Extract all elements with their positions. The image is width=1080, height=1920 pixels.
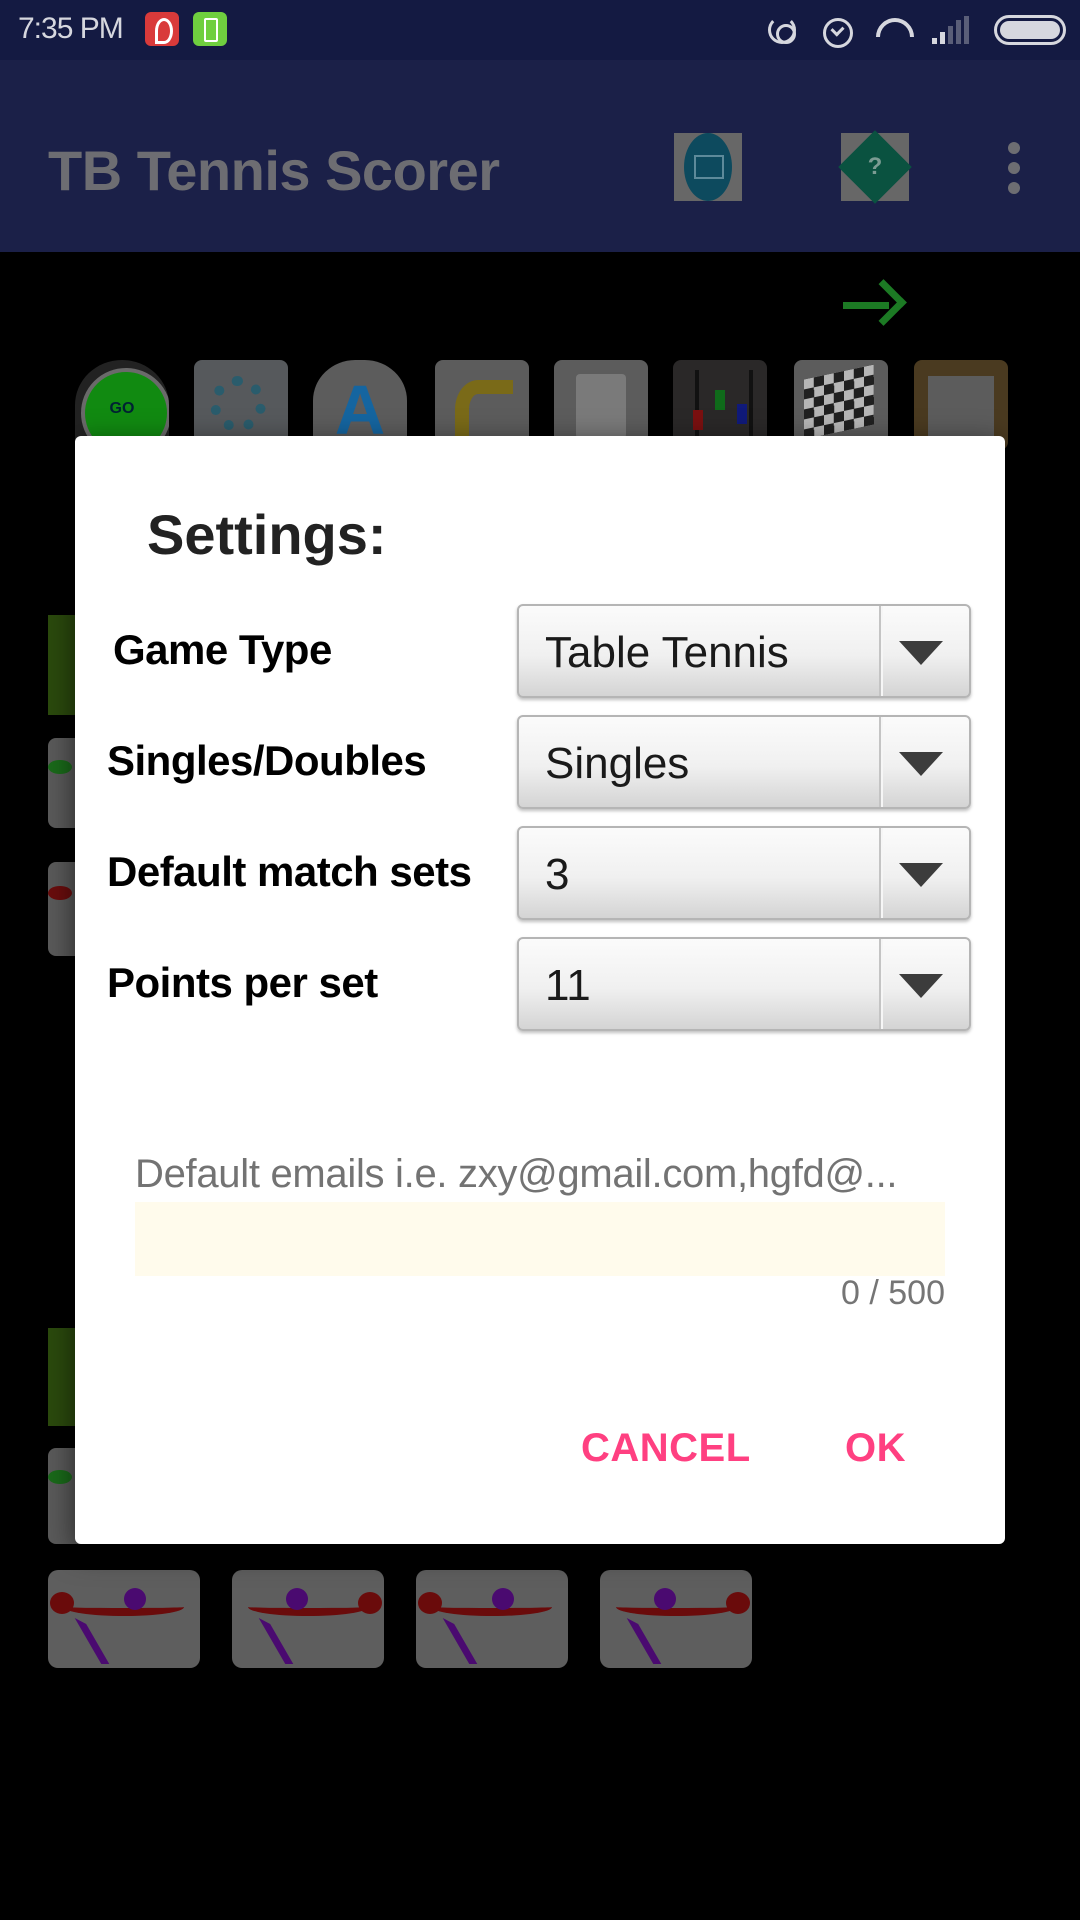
dropdown-value: 11 [545,961,591,1010]
arrow-right-icon[interactable] [843,280,899,330]
status-icons [766,12,1066,48]
chevron-down-icon [899,641,943,665]
chevron-down-icon [899,752,943,776]
character-counter: 0 / 500 [841,1274,945,1312]
singles-doubles-dropdown[interactable]: Singles [517,715,971,809]
battery-saver-icon [193,12,227,46]
setting-label: Singles/Doubles [107,737,427,784]
game-type-dropdown[interactable]: Table Tennis [517,604,971,698]
setting-label: Default match sets [107,848,472,895]
settings-dialog: Settings: Game Type Table Tennis Singles… [75,436,1005,1544]
dropdown-value: 3 [545,850,570,899]
player-icon[interactable] [48,1570,200,1668]
setting-row-points-per-set: Points per set 11 [75,937,1005,1033]
help-icon[interactable]: ? [841,133,909,201]
chevron-down-icon [899,863,943,887]
points-per-set-dropdown[interactable]: 11 [517,937,971,1031]
setting-row-singles-doubles: Singles/Doubles Singles [75,715,1005,811]
dropdown-divider [879,939,883,1029]
wifi-icon [874,14,910,46]
ok-button[interactable]: OK [845,1426,906,1471]
email-icon[interactable] [674,133,742,201]
more-options-icon[interactable] [998,142,1030,198]
status-bar: 7:35 PM [0,0,1080,60]
default-emails-input[interactable]: Default emails i.e. zxy@gmail.com,hgfd@.… [135,1152,945,1304]
player-icons-row [48,1570,752,1668]
go-label: GO [109,400,135,417]
setting-row-match-sets: Default match sets 3 [75,826,1005,922]
dropdown-value: Singles [545,739,690,788]
dialog-title: Settings: [147,503,387,566]
email-placeholder: Default emails i.e. zxy@gmail.com,hgfd@.… [135,1152,898,1196]
player-icon[interactable] [600,1570,752,1668]
app-notification-icon [145,12,179,46]
status-time: 7:35 PM [18,12,124,45]
setting-row-game-type: Game Type Table Tennis [75,604,1005,700]
help-glyph: ? [867,153,883,180]
dropdown-divider [879,606,883,696]
app-bar: TB Tennis Scorer ? [0,60,1080,252]
signal-icon [932,16,972,44]
setting-label: Points per set [107,959,378,1006]
app-title: TB Tennis Scorer [48,139,500,202]
match-sets-dropdown[interactable]: 3 [517,826,971,920]
dropdown-value: Table Tennis [545,628,789,677]
alarm-icon [820,14,853,48]
dropdown-divider [879,717,883,807]
player-icon[interactable] [232,1570,384,1668]
dropdown-divider [879,828,883,918]
chevron-down-icon [899,974,943,998]
player-icon[interactable] [416,1570,568,1668]
sync-icon [766,14,798,46]
setting-label: Game Type [113,626,332,673]
email-input-background[interactable] [135,1202,945,1276]
battery-icon [994,15,1066,45]
cancel-button[interactable]: CANCEL [581,1426,751,1471]
